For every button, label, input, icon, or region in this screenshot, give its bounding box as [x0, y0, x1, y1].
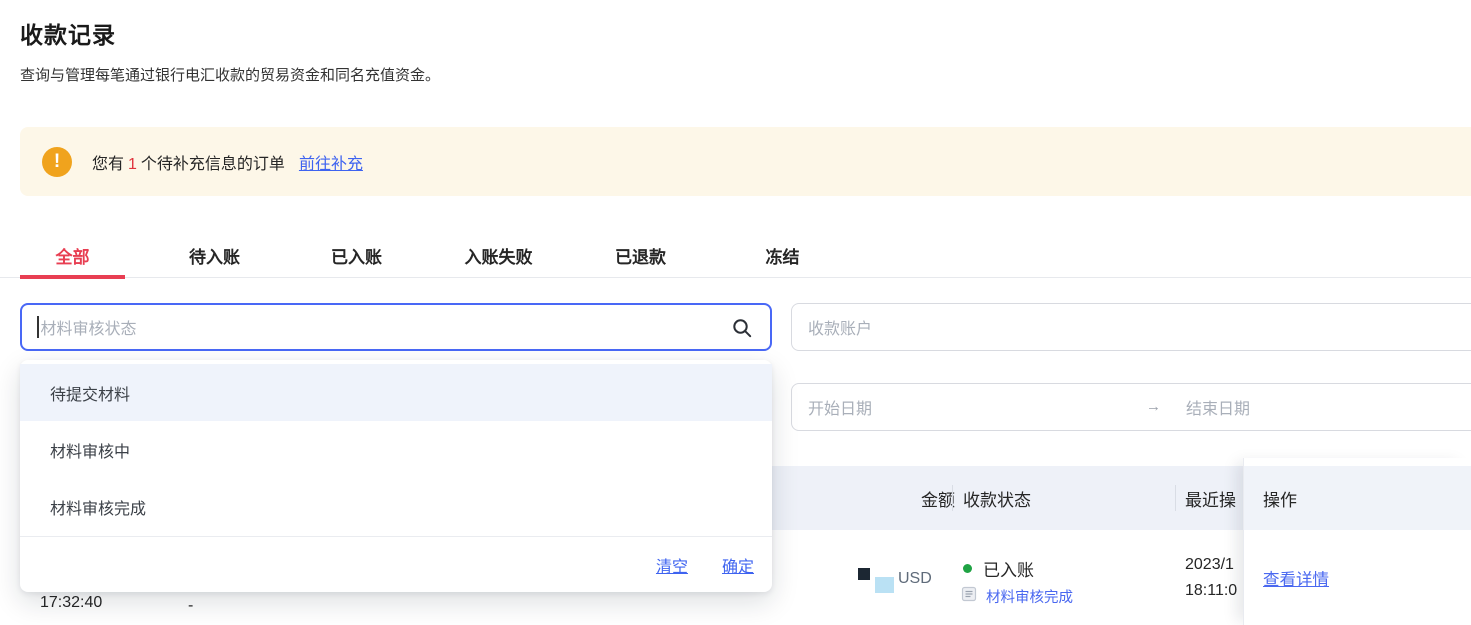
page-title: 收款记录 [20, 16, 116, 50]
document-icon [961, 586, 977, 602]
search-placeholder: 材料审核状态 [41, 315, 137, 339]
collection-records-page: 收款记录 查询与管理每笔通过银行电汇收款的贸易资金和同名充值资金。 ! 您有1个… [0, 0, 1471, 625]
pending-count: 1 [128, 156, 137, 173]
status-dot-green [963, 564, 972, 573]
pending-info-notice: ! 您有1个待补充信息的订单 前往补充 [20, 127, 1471, 196]
receiving-account-input[interactable]: 收款账户 [791, 303, 1471, 351]
start-date-placeholder: 开始日期 [808, 395, 872, 419]
dropdown-footer: 清空 确定 [20, 536, 772, 592]
clear-button[interactable]: 清空 [656, 553, 688, 577]
col-header-recent-action: 最近操 [1185, 466, 1236, 530]
arrow-right-icon: → [1146, 398, 1161, 415]
end-date-placeholder: 结束日期 [1186, 395, 1250, 419]
date-range-input[interactable]: 开始日期 → 结束日期 [791, 383, 1471, 431]
material-status-link[interactable]: 材料审核完成 [986, 586, 1073, 607]
dropdown-option-review-complete[interactable]: 材料审核完成 [20, 478, 772, 535]
col-header-status: 收款状态 [963, 466, 1031, 530]
material-status-search-input[interactable]: 材料审核状态 [20, 303, 772, 351]
status-tabs: 全部 待入账 已入账 入账失败 已退款 冻结 [0, 232, 1471, 278]
row-recent-time-fragment: 18:11:0 [1185, 582, 1237, 600]
header-divider [1175, 485, 1176, 511]
account-placeholder: 收款账户 [808, 315, 872, 339]
notice-text: 您有1个待补充信息的订单 [92, 150, 285, 174]
dropdown-option-in-review[interactable]: 材料审核中 [20, 421, 772, 478]
tab-frozen[interactable]: 冻结 [730, 232, 835, 278]
tab-credit-failed[interactable]: 入账失败 [446, 232, 551, 278]
search-icon[interactable] [730, 316, 754, 340]
row-recent-date-fragment: 2023/1 [1185, 556, 1234, 574]
tab-credited[interactable]: 已入账 [304, 232, 409, 278]
page-subtitle: 查询与管理每笔通过银行电汇收款的贸易资金和同名充值资金。 [20, 64, 440, 85]
material-status-dropdown: 待提交材料 材料审核中 材料审核完成 清空 确定 [20, 360, 772, 592]
col-header-action: 操作 [1244, 466, 1471, 530]
mask-block-light [875, 577, 894, 593]
row-status: 已入账 [983, 556, 1034, 581]
col-header-amount: 金额 [860, 466, 955, 530]
confirm-button[interactable]: 确定 [722, 553, 754, 577]
dropdown-option-pending-submit[interactable]: 待提交材料 [20, 364, 772, 421]
warning-icon: ! [42, 147, 72, 177]
fixed-action-column: 操作 查看详情 [1243, 458, 1471, 625]
tab-refunded[interactable]: 已退款 [588, 232, 693, 278]
header-divider [952, 485, 953, 511]
row-empty-value: - [188, 597, 193, 615]
tab-pending-credit[interactable]: 待入账 [162, 232, 267, 278]
go-supplement-link[interactable]: 前往补充 [299, 150, 363, 174]
row-currency: USD [898, 570, 932, 588]
mask-block-dark [858, 568, 870, 580]
tab-all[interactable]: 全部 [20, 232, 125, 278]
row-create-time-fragment: 17:32:40 [40, 594, 102, 612]
view-details-link[interactable]: 查看详情 [1263, 566, 1329, 590]
text-cursor [37, 316, 39, 338]
